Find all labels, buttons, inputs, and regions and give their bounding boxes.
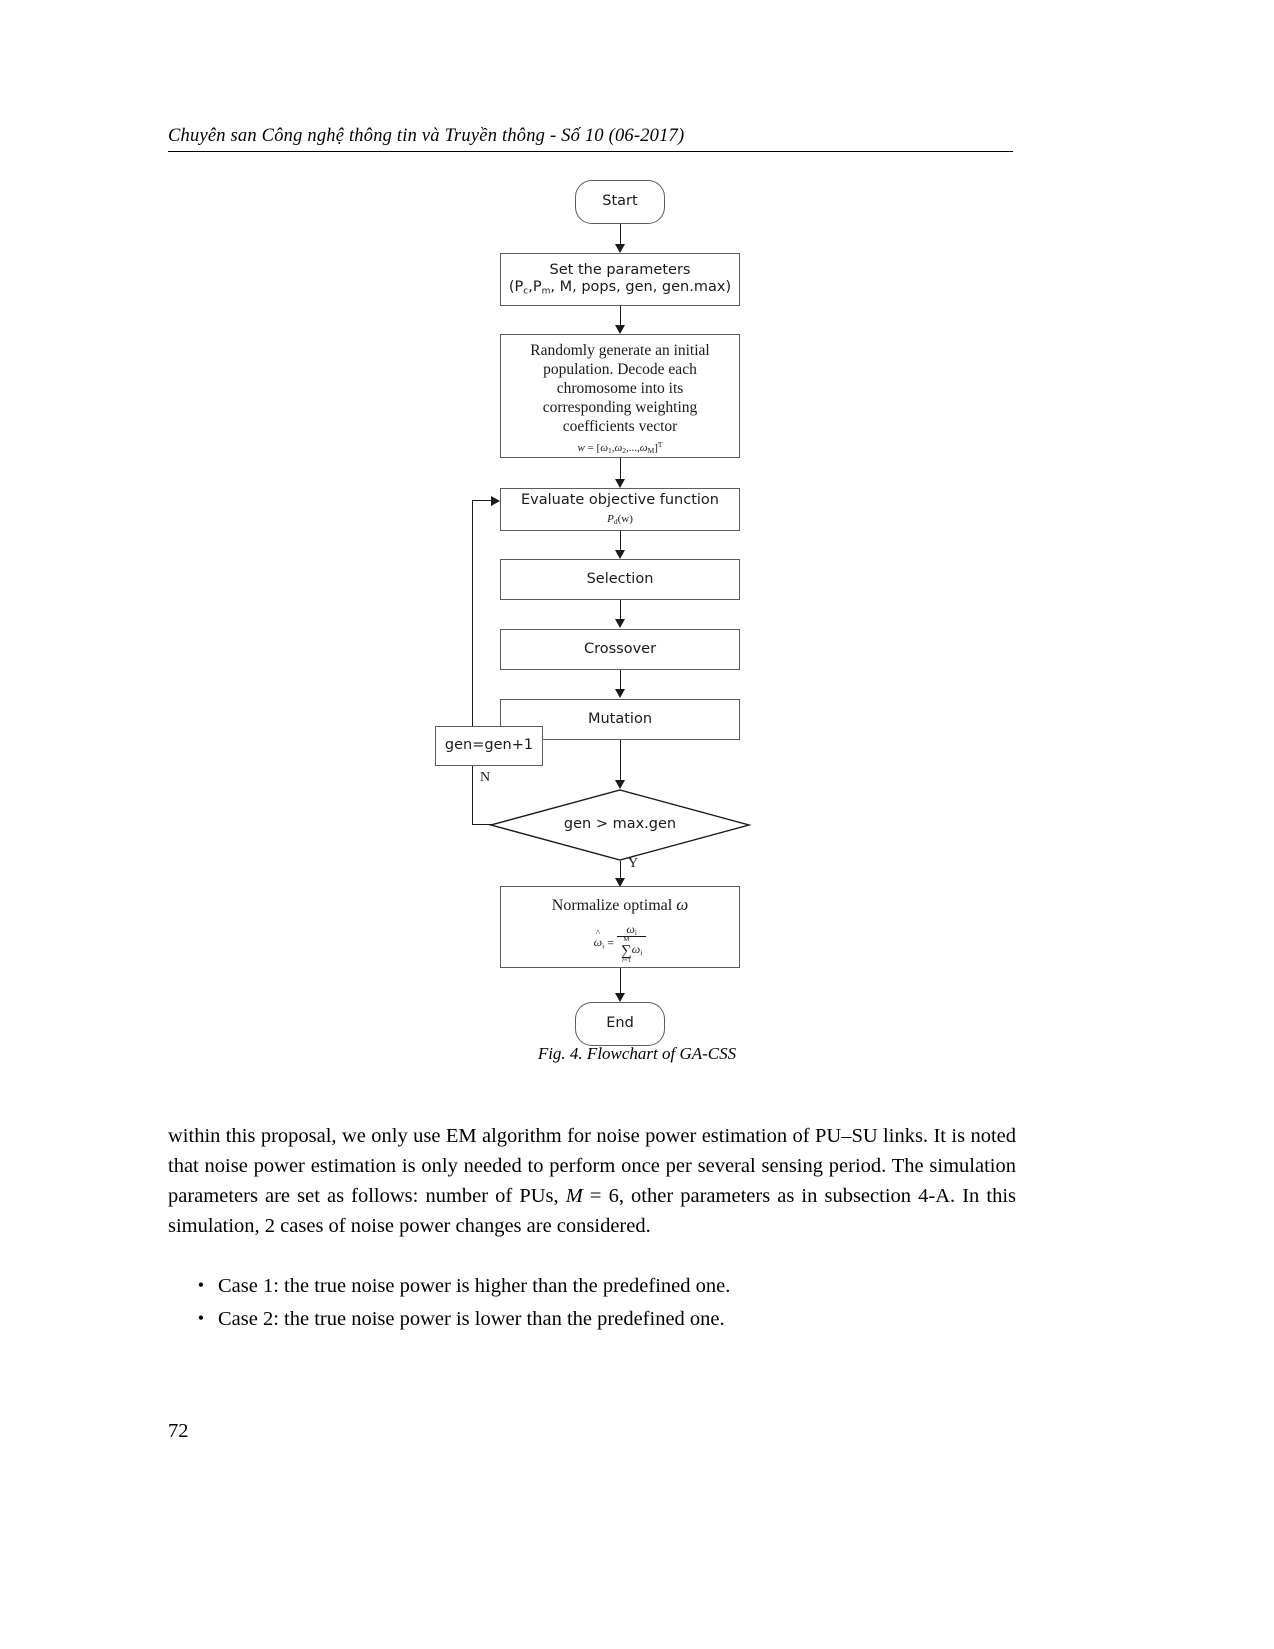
random-line-3: chromosome into its bbox=[556, 379, 684, 397]
arrowhead-loop-back bbox=[491, 495, 500, 506]
connector-crossover-to-mutation bbox=[619, 670, 621, 691]
branch-label-no: N bbox=[480, 770, 491, 785]
arrowhead-random bbox=[614, 325, 625, 334]
flow-node-start: Start bbox=[575, 180, 665, 224]
flow-node-decision: gen > max.gen bbox=[488, 789, 752, 861]
flow-node-normalize: Normalize optimal ω ^ ωi = ωi M ∑ i=1 ωi bbox=[500, 886, 740, 968]
omega-hat: ^ ω bbox=[593, 928, 603, 950]
connector-loop-back-horizontal bbox=[472, 500, 492, 502]
connector-evaluate-to-selection bbox=[619, 531, 621, 552]
flow-node-crossover: Crossover bbox=[500, 629, 740, 670]
connector-no-branch-vertical bbox=[472, 500, 474, 825]
flow-node-set-parameters-line1: Set the parameters bbox=[549, 261, 691, 278]
document-page: Chuyên san Công nghệ thông tin và Truyền… bbox=[0, 0, 1274, 1649]
flow-node-selection-label: Selection bbox=[586, 570, 654, 587]
figure-caption: Fig. 4. Flowchart of GA-CSS bbox=[537, 1044, 737, 1063]
flow-node-set-parameters-line2: (Pc,Pm, M, pops, gen, gen.max) bbox=[508, 279, 732, 297]
flow-node-set-parameters: Set the parameters (Pc,Pm, M, pops, gen,… bbox=[500, 253, 740, 306]
summation: M ∑ i=1 bbox=[621, 936, 632, 964]
evaluate-formula: Pd(w) bbox=[607, 513, 633, 527]
arrowhead-decision bbox=[614, 780, 625, 789]
list-item: • Case 2: the true noise power is lower … bbox=[168, 1305, 1016, 1335]
case-list: • Case 1: the true noise power is higher… bbox=[168, 1272, 1016, 1338]
running-header: Chuyên san Công nghệ thông tin và Truyền… bbox=[168, 126, 1013, 152]
random-line-5: coefficients vector bbox=[562, 417, 678, 435]
normalize-formula: ^ ωi = ωi M ∑ i=1 ωi bbox=[593, 922, 647, 964]
flow-node-normalize-label: Normalize optimal ω bbox=[551, 895, 689, 914]
flowchart-canvas: Start Set the parameters (Pc,Pm, M, pops… bbox=[430, 170, 760, 1046]
connector-no-branch-horizontal bbox=[472, 824, 492, 826]
header-rule bbox=[168, 151, 1013, 152]
bullet-marker-icon: • bbox=[197, 1275, 204, 1295]
arrowhead-mutation bbox=[614, 689, 625, 698]
flow-node-evaluate: Evaluate objective function Pd(w) bbox=[500, 488, 740, 531]
list-item-label: Case 2: the true noise power is lower th… bbox=[218, 1307, 725, 1330]
connector-params-to-random bbox=[619, 306, 621, 327]
connector-mutation-to-decision bbox=[619, 740, 621, 783]
connector-normalize-to-end bbox=[619, 968, 621, 996]
flow-node-end-label: End bbox=[606, 1015, 634, 1032]
running-header-text: Chuyên san Công nghệ thông tin và Truyền… bbox=[168, 126, 685, 146]
connector-start-to-params bbox=[619, 224, 621, 246]
flow-node-gen-increment: gen=gen+1 bbox=[435, 726, 543, 766]
random-line-1: Randomly generate an initial bbox=[530, 342, 710, 359]
flow-node-end: End bbox=[575, 1002, 665, 1046]
flow-node-selection: Selection bbox=[500, 559, 740, 600]
list-item: • Case 1: the true noise power is higher… bbox=[168, 1272, 1016, 1302]
arrowhead-crossover bbox=[614, 619, 625, 628]
random-line-2: population. Decode each bbox=[543, 360, 697, 378]
math-var-M: M bbox=[565, 1184, 583, 1207]
body-paragraph-block: within this proposal, we only use EM alg… bbox=[168, 1122, 1016, 1242]
flow-node-decision-label: gen > max.gen bbox=[563, 816, 677, 832]
body-paragraph: within this proposal, we only use EM alg… bbox=[168, 1125, 1017, 1237]
bullet-marker-icon: • bbox=[197, 1307, 204, 1328]
arrowhead-end bbox=[614, 993, 625, 1002]
flow-node-randomly-generate: Randomly generate an initial population.… bbox=[500, 334, 740, 458]
branch-label-yes: Y bbox=[628, 856, 639, 871]
arrowhead-evaluate bbox=[614, 479, 625, 488]
list-item-label: Case 1: the true noise power is higher t… bbox=[218, 1275, 731, 1297]
arrowhead-params bbox=[614, 244, 625, 253]
page-number: 72 bbox=[168, 1420, 189, 1442]
random-line-4: corresponding weighting bbox=[542, 398, 698, 416]
weighting-vector-formula: w = [ω1,ω2,...,ωM]T bbox=[577, 439, 663, 455]
arrowhead-selection bbox=[614, 550, 625, 559]
flow-node-gen-increment-label: gen=gen+1 bbox=[444, 737, 534, 754]
flow-node-mutation-label: Mutation bbox=[587, 710, 653, 727]
connector-selection-to-crossover bbox=[619, 600, 621, 621]
normalize-fraction: ωi M ∑ i=1 ωi bbox=[617, 922, 647, 964]
flow-node-start-label: Start bbox=[602, 193, 638, 210]
flow-node-evaluate-label: Evaluate objective function bbox=[520, 492, 719, 509]
figure-flowchart: Start Set the parameters (Pc,Pm, M, pops… bbox=[0, 170, 1274, 1050]
flow-node-crossover-label: Crossover bbox=[583, 640, 657, 657]
connector-random-to-evaluate bbox=[619, 458, 621, 481]
